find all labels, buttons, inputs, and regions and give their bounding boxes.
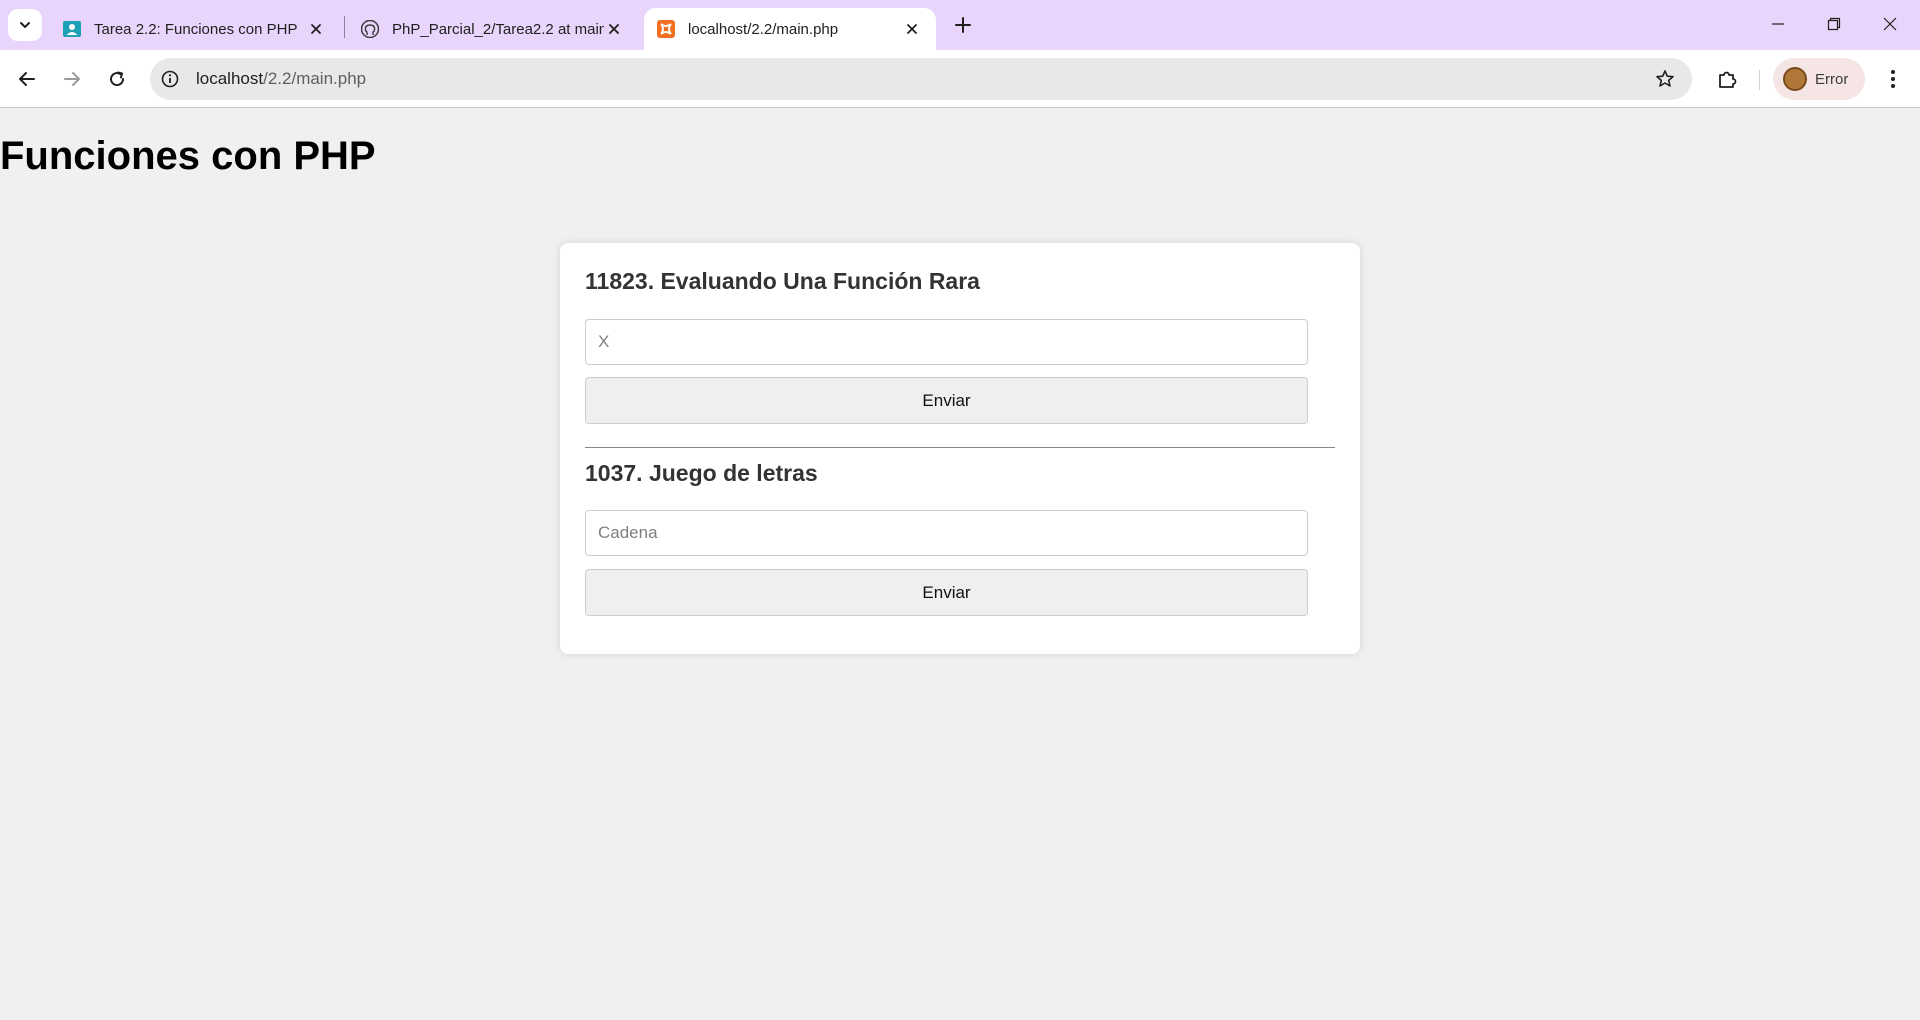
reload-button[interactable] — [100, 62, 134, 96]
menu-button[interactable] — [1876, 62, 1910, 96]
extensions-button[interactable] — [1710, 62, 1744, 96]
form-card: 11823. Evaluando Una Función Rara Enviar… — [560, 243, 1360, 654]
address-bar[interactable]: localhost/2.2/main.php — [150, 58, 1692, 100]
close-icon — [1883, 17, 1897, 31]
back-button[interactable] — [10, 62, 44, 96]
x-input[interactable] — [585, 319, 1308, 365]
arrow-right-icon — [64, 72, 80, 86]
reload-icon — [110, 71, 125, 87]
tab-localhost[interactable]: localhost/2.2/main.php — [644, 8, 936, 50]
github-icon — [360, 19, 380, 39]
minimize-button[interactable] — [1750, 0, 1806, 48]
tab-classroom[interactable]: Tarea 2.2: Funciones con PHP — [50, 8, 340, 50]
tab-search-button[interactable] — [8, 9, 42, 41]
puzzle-icon — [1719, 71, 1737, 88]
tab-title: Tarea 2.2: Funciones con PHP — [94, 20, 298, 38]
close-icon[interactable] — [306, 19, 326, 39]
url-host: localhost — [196, 69, 264, 88]
restore-button[interactable] — [1806, 0, 1862, 48]
new-tab-button[interactable] — [948, 10, 978, 40]
browser-toolbar: localhost/2.2/main.php Error — [0, 50, 1920, 108]
enviar-button-1037[interactable]: Enviar — [585, 569, 1308, 616]
close-icon[interactable] — [902, 19, 922, 39]
tab-divider — [344, 16, 345, 38]
section-heading-11823: 11823. Evaluando Una Función Rara — [585, 268, 980, 294]
enviar-button-11823[interactable]: Enviar — [585, 377, 1308, 424]
close-window-button[interactable] — [1862, 0, 1918, 48]
tab-title: PhP_Parcial_2/Tarea2.2 at main — [392, 20, 604, 38]
forward-button[interactable] — [55, 62, 89, 96]
minimize-icon — [1772, 23, 1784, 25]
section-heading-1037: 1037. Juego de letras — [585, 460, 818, 486]
page-title: Funciones con PHP — [0, 134, 376, 178]
url-text[interactable]: localhost/2.2/main.php — [196, 69, 366, 89]
toolbar-divider — [1759, 70, 1760, 90]
classroom-icon — [62, 19, 82, 39]
xampp-icon — [656, 19, 676, 39]
avatar — [1783, 67, 1807, 91]
site-info-icon[interactable] — [160, 69, 180, 89]
profile-label: Error — [1815, 70, 1849, 88]
bookmark-star-icon[interactable] — [1654, 68, 1676, 90]
arrow-left-icon — [19, 72, 35, 86]
tab-github[interactable]: PhP_Parcial_2/Tarea2.2 at main — [348, 8, 638, 50]
url-path: /2.2/main.php — [263, 69, 367, 88]
profile-button[interactable]: Error — [1773, 58, 1865, 100]
tab-title: localhost/2.2/main.php — [688, 20, 839, 38]
plus-icon — [955, 17, 971, 33]
restore-icon — [1827, 17, 1841, 31]
close-icon[interactable] — [604, 19, 624, 39]
cadena-input[interactable] — [585, 510, 1308, 556]
section-divider — [585, 447, 1335, 448]
chevron-down-icon — [20, 22, 30, 28]
more-vert-icon — [1891, 70, 1895, 88]
tab-strip: Tarea 2.2: Funciones con PHP PhP_Parcial… — [0, 0, 1920, 50]
